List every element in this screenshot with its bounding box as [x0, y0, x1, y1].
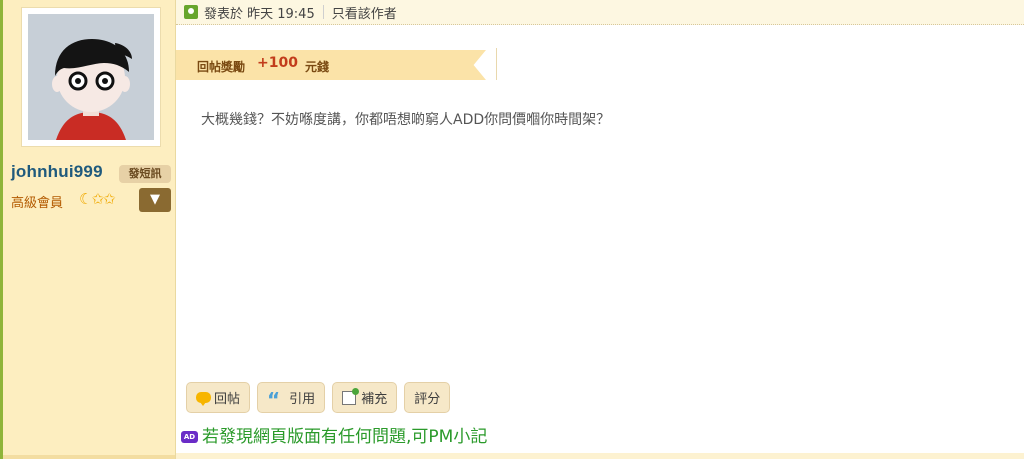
- supplement-label: 補充: [361, 392, 388, 407]
- reward-label: 回帖獎勵: [197, 60, 246, 74]
- post-content: 大概幾錢？不妨喺度講，你都唔想啲窮人ADD你問價嗰你時間架？: [201, 112, 611, 128]
- avatar-left-ear: [52, 76, 62, 92]
- post-header: 發表於 昨天 19:45 只看該作者: [176, 0, 1024, 25]
- avatar-right-pupil: [102, 78, 108, 84]
- post-action-bar: 回帖 “ 引用 補充 評分: [186, 382, 451, 413]
- rate-button[interactable]: 評分: [404, 382, 451, 413]
- bottom-band: [176, 453, 1024, 459]
- ad-link[interactable]: AD 若發現網頁版面有任何問題,可PM小記: [181, 427, 487, 447]
- post-user-icon: [184, 5, 198, 19]
- supplement-button[interactable]: 補充: [332, 382, 398, 413]
- posted-time: 發表於 昨天 19:45: [204, 6, 315, 22]
- reply-button[interactable]: 回帖: [186, 382, 251, 413]
- avatar[interactable]: [28, 14, 154, 140]
- ad-text[interactable]: 若發現網頁版面有任何問題,可PM小記: [202, 427, 487, 447]
- reward-divider: [496, 48, 497, 80]
- quote-button[interactable]: “ 引用: [257, 382, 326, 413]
- avatar-frame[interactable]: [21, 7, 161, 147]
- author-only-link[interactable]: 只看該作者: [332, 3, 397, 22]
- rate-label: 評分: [414, 392, 441, 407]
- reward-value: +100: [257, 55, 298, 71]
- username[interactable]: johnhui999: [11, 162, 103, 182]
- chevron-down-icon: ▼: [150, 192, 160, 207]
- reply-label: 回帖: [214, 392, 241, 407]
- send-message-button[interactable]: 發短訊: [119, 165, 171, 183]
- reward-unit: 元錢: [305, 60, 330, 74]
- user-rank: 高級會員: [11, 196, 64, 211]
- sidebar-bottom-line: [3, 455, 175, 459]
- rank-stars-icon: ☾✩✩: [79, 190, 116, 208]
- user-menu-dropdown-button[interactable]: ▼: [139, 188, 171, 212]
- ad-icon: AD: [181, 431, 198, 443]
- supplement-icon: [342, 387, 360, 405]
- quote-icon: “: [267, 387, 281, 412]
- avatar-left-pupil: [75, 78, 81, 84]
- avatar-right-ear: [120, 76, 130, 92]
- author-sidebar: johnhui999 發短訊 高級會員 ☾✩✩ ▼: [3, 0, 176, 459]
- reply-icon: [196, 392, 211, 406]
- quote-label: 引用: [289, 392, 316, 407]
- forum-post-page: johnhui999 發短訊 高級會員 ☾✩✩ ▼ 發表於 昨天 19:45 只…: [0, 0, 1024, 459]
- header-divider: [322, 5, 324, 19]
